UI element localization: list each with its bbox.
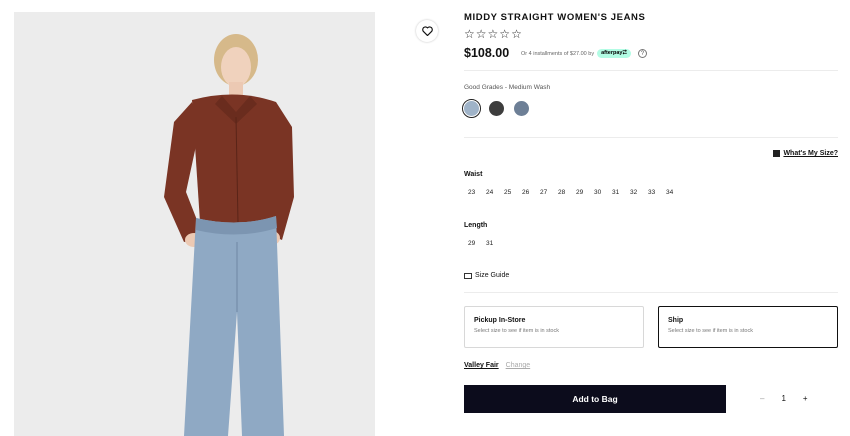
waist-size-option[interactable]: 34 <box>666 189 684 196</box>
heart-icon <box>421 26 433 36</box>
color-swatches <box>462 99 529 118</box>
waist-size-option[interactable]: 27 <box>540 189 558 196</box>
product-details-panel: MIDDY STRAIGHT WOMEN'S JEANS ☆ ☆ ☆ ☆ ☆ $… <box>462 0 838 436</box>
color-swatch[interactable] <box>514 101 529 116</box>
product-price: $108.00 <box>464 46 510 60</box>
star-icon: ☆ <box>487 27 499 41</box>
waist-size-option[interactable]: 24 <box>486 189 504 196</box>
change-store-link[interactable]: Change <box>506 362 531 369</box>
waist-size-option[interactable]: 30 <box>594 189 612 196</box>
waist-label: Waist <box>464 171 483 178</box>
selected-store: Valley Fair Change <box>464 362 530 369</box>
length-label: Length <box>464 222 488 229</box>
afterpay-text: Or 4 installments of $27.00 by <box>521 50 595 57</box>
length-size-option[interactable]: 31 <box>486 240 504 247</box>
afterpay-logo: afterpay⮂ <box>597 49 631 58</box>
color-swatch[interactable] <box>489 101 504 116</box>
waist-size-option[interactable]: 25 <box>504 189 522 196</box>
waist-size-option[interactable]: 31 <box>612 189 630 196</box>
add-to-bag-button[interactable]: Add to Bag <box>464 385 726 413</box>
pickup-in-store-option[interactable]: Pickup In-Store Select size to see if it… <box>464 306 644 348</box>
color-name: Good Grades - Medium Wash <box>464 84 551 91</box>
quantity-value: 1 <box>781 394 786 403</box>
store-name-link[interactable]: Valley Fair <box>464 362 499 369</box>
color-swatch[interactable] <box>462 99 481 118</box>
whats-my-size-label: What's My Size? <box>783 150 838 157</box>
info-icon[interactable]: ? <box>637 49 647 58</box>
decrease-quantity-button[interactable]: – <box>760 394 764 403</box>
star-icon: ☆ <box>499 27 511 41</box>
divider <box>464 137 838 138</box>
quantity-stepper: – 1 + <box>760 394 808 403</box>
ship-option[interactable]: Ship Select size to see if item is in st… <box>658 306 838 348</box>
waist-size-option[interactable]: 32 <box>630 189 648 196</box>
wishlist-heart-button[interactable] <box>416 20 438 42</box>
pickup-subtitle: Select size to see if item is in stock <box>474 328 559 334</box>
divider <box>464 70 838 71</box>
waist-size-option[interactable]: 23 <box>468 189 486 196</box>
product-image[interactable] <box>14 12 375 436</box>
waist-size-option[interactable]: 26 <box>522 189 540 196</box>
waist-size-option[interactable]: 33 <box>648 189 666 196</box>
waist-size-option[interactable]: 28 <box>558 189 576 196</box>
ruler-icon <box>464 272 472 279</box>
waist-size-option[interactable]: 29 <box>576 189 594 196</box>
star-icon: ☆ <box>475 27 487 41</box>
pickup-title: Pickup In-Store <box>474 317 526 324</box>
rating-stars[interactable]: ☆ ☆ ☆ ☆ ☆ <box>464 28 522 40</box>
waist-sizes: 23 24 25 26 27 28 29 30 31 32 33 34 <box>468 189 684 196</box>
ship-title: Ship <box>668 317 684 324</box>
star-icon: ☆ <box>511 27 522 41</box>
increase-quantity-button[interactable]: + <box>803 394 808 403</box>
size-finder-icon <box>773 150 781 157</box>
length-size-option[interactable]: 29 <box>468 240 486 247</box>
star-icon: ☆ <box>464 27 475 41</box>
product-title: MIDDY STRAIGHT WOMEN'S JEANS <box>464 12 646 23</box>
divider <box>464 292 838 293</box>
size-guide-label: Size Guide <box>475 272 510 279</box>
ship-subtitle: Select size to see if item is in stock <box>668 328 753 334</box>
afterpay-installments: Or 4 installments of $27.00 by afterpay⮂… <box>521 49 647 58</box>
length-sizes: 29 31 <box>468 240 504 247</box>
size-guide-link[interactable]: Size Guide <box>464 272 509 279</box>
whats-my-size-link[interactable]: What's My Size? <box>773 150 838 157</box>
